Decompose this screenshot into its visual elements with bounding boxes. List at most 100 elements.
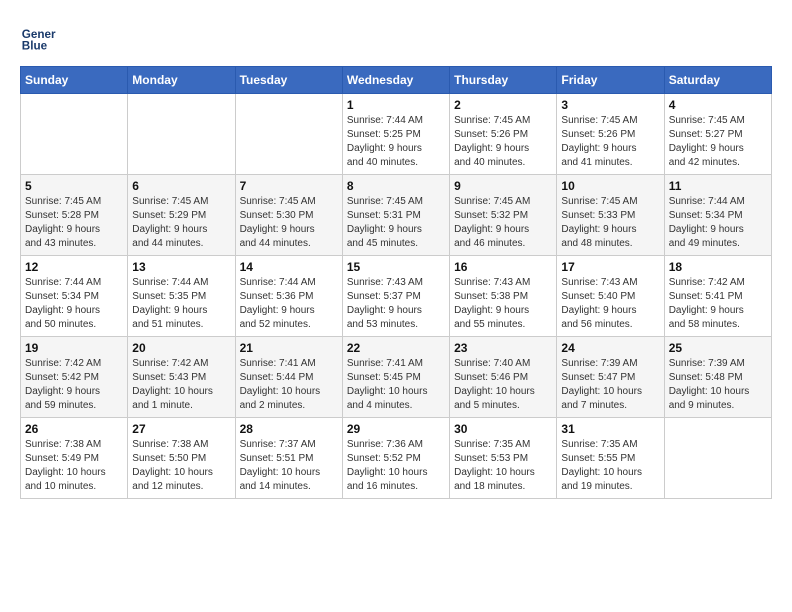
day-info: Sunrise: 7:38 AM Sunset: 5:49 PM Dayligh… — [25, 438, 123, 494]
day-info: Sunrise: 7:36 AM Sunset: 5:52 PM Dayligh… — [347, 438, 445, 494]
day-number: 25 — [669, 341, 767, 355]
day-info: Sunrise: 7:44 AM Sunset: 5:36 PM Dayligh… — [240, 276, 338, 332]
day-info: Sunrise: 7:45 AM Sunset: 5:26 PM Dayligh… — [454, 114, 552, 170]
day-number: 4 — [669, 98, 767, 112]
day-number: 24 — [561, 341, 659, 355]
calendar-cell: 3Sunrise: 7:45 AM Sunset: 5:26 PM Daylig… — [557, 94, 664, 175]
day-number: 23 — [454, 341, 552, 355]
weekday-header-row: SundayMondayTuesdayWednesdayThursdayFrid… — [21, 67, 772, 94]
calendar-cell: 15 Sunrise: 7:43 AM Sunset: 5:37 PM Dayli… — [342, 256, 449, 337]
calendar-week-row: 1 Sunrise: 7:44 AM Sunset: 5:25 PM Daylig… — [21, 94, 772, 175]
calendar-cell: 24 Sunrise: 7:39 AM Sunset: 5:47 PM Dayli… — [557, 337, 664, 418]
day-number: 13 — [132, 260, 230, 274]
day-number: 29 — [347, 422, 445, 436]
calendar-cell: 20 Sunrise: 7:42 AM Sunset: 5:43 PM Dayli… — [128, 337, 235, 418]
day-number: 31 — [561, 422, 659, 436]
calendar-cell: 26 Sunrise: 7:38 AM Sunset: 5:49 PM Dayli… — [21, 418, 128, 499]
day-info: Sunrise: 7:44 AM Sunset: 5:25 PM Dayligh… — [347, 114, 445, 170]
calendar-cell: 27 Sunrise: 7:38 AM Sunset: 5:50 PM Dayli… — [128, 418, 235, 499]
calendar-cell — [235, 94, 342, 175]
weekday-header-sunday: Sunday — [21, 67, 128, 94]
day-info: Sunrise: 7:42 AM Sunset: 5:43 PM Dayligh… — [132, 357, 230, 413]
weekday-header-saturday: Saturday — [664, 67, 771, 94]
svg-text:Blue: Blue — [22, 40, 48, 53]
calendar-cell: 17 Sunrise: 7:43 AM Sunset: 5:40 PM Dayli… — [557, 256, 664, 337]
calendar-week-row: 26 Sunrise: 7:38 AM Sunset: 5:49 PM Dayli… — [21, 418, 772, 499]
day-number: 10 — [561, 179, 659, 193]
day-number: 3 — [561, 98, 659, 112]
calendar-cell: 14 Sunrise: 7:44 AM Sunset: 5:36 PM Dayli… — [235, 256, 342, 337]
logo-icon: General Blue — [20, 20, 56, 56]
calendar-cell: 1 Sunrise: 7:44 AM Sunset: 5:25 PM Daylig… — [342, 94, 449, 175]
calendar-cell — [128, 94, 235, 175]
day-info: Sunrise: 7:38 AM Sunset: 5:50 PM Dayligh… — [132, 438, 230, 494]
day-info: Sunrise: 7:35 AM Sunset: 5:53 PM Dayligh… — [454, 438, 552, 494]
day-info: Sunrise: 7:45 AM Sunset: 5:31 PM Dayligh… — [347, 195, 445, 251]
day-number: 22 — [347, 341, 445, 355]
calendar-cell: 21Sunrise: 7:41 AM Sunset: 5:44 PM Dayli… — [235, 337, 342, 418]
calendar-cell — [664, 418, 771, 499]
day-info: Sunrise: 7:42 AM Sunset: 5:42 PM Dayligh… — [25, 357, 123, 413]
day-info: Sunrise: 7:43 AM Sunset: 5:38 PM Dayligh… — [454, 276, 552, 332]
calendar-cell: 25 Sunrise: 7:39 AM Sunset: 5:48 PM Dayli… — [664, 337, 771, 418]
day-number: 30 — [454, 422, 552, 436]
day-info: Sunrise: 7:42 AM Sunset: 5:41 PM Dayligh… — [669, 276, 767, 332]
day-number: 12 — [25, 260, 123, 274]
day-number: 5 — [25, 179, 123, 193]
calendar-cell: 6Sunrise: 7:45 AM Sunset: 5:29 PM Daylig… — [128, 175, 235, 256]
day-info: Sunrise: 7:43 AM Sunset: 5:40 PM Dayligh… — [561, 276, 659, 332]
day-info: Sunrise: 7:45 AM Sunset: 5:30 PM Dayligh… — [240, 195, 338, 251]
day-info: Sunrise: 7:39 AM Sunset: 5:48 PM Dayligh… — [669, 357, 767, 413]
calendar-cell: 30 Sunrise: 7:35 AM Sunset: 5:53 PM Dayli… — [450, 418, 557, 499]
day-number: 8 — [347, 179, 445, 193]
weekday-header-monday: Monday — [128, 67, 235, 94]
calendar-week-row: 12 Sunrise: 7:44 AM Sunset: 5:34 PM Dayli… — [21, 256, 772, 337]
day-info: Sunrise: 7:45 AM Sunset: 5:33 PM Dayligh… — [561, 195, 659, 251]
day-number: 16 — [454, 260, 552, 274]
weekday-header-friday: Friday — [557, 67, 664, 94]
day-number: 28 — [240, 422, 338, 436]
day-info: Sunrise: 7:44 AM Sunset: 5:34 PM Dayligh… — [669, 195, 767, 251]
day-number: 18 — [669, 260, 767, 274]
day-info: Sunrise: 7:41 AM Sunset: 5:45 PM Dayligh… — [347, 357, 445, 413]
calendar-cell: 23Sunrise: 7:40 AM Sunset: 5:46 PM Dayli… — [450, 337, 557, 418]
day-number: 17 — [561, 260, 659, 274]
day-number: 11 — [669, 179, 767, 193]
calendar-cell: 29 Sunrise: 7:36 AM Sunset: 5:52 PM Dayli… — [342, 418, 449, 499]
day-number: 9 — [454, 179, 552, 193]
day-info: Sunrise: 7:44 AM Sunset: 5:34 PM Dayligh… — [25, 276, 123, 332]
calendar-cell: 7Sunrise: 7:45 AM Sunset: 5:30 PM Daylig… — [235, 175, 342, 256]
day-number: 14 — [240, 260, 338, 274]
weekday-header-thursday: Thursday — [450, 67, 557, 94]
day-info: Sunrise: 7:43 AM Sunset: 5:37 PM Dayligh… — [347, 276, 445, 332]
calendar-cell: 2 Sunrise: 7:45 AM Sunset: 5:26 PM Daylig… — [450, 94, 557, 175]
day-number: 20 — [132, 341, 230, 355]
calendar-cell: 4 Sunrise: 7:45 AM Sunset: 5:27 PM Daylig… — [664, 94, 771, 175]
calendar-cell: 8 Sunrise: 7:45 AM Sunset: 5:31 PM Daylig… — [342, 175, 449, 256]
day-number: 15 — [347, 260, 445, 274]
calendar-cell: 19 Sunrise: 7:42 AM Sunset: 5:42 PM Dayli… — [21, 337, 128, 418]
day-info: Sunrise: 7:44 AM Sunset: 5:35 PM Dayligh… — [132, 276, 230, 332]
weekday-header-tuesday: Tuesday — [235, 67, 342, 94]
day-info: Sunrise: 7:45 AM Sunset: 5:32 PM Dayligh… — [454, 195, 552, 251]
calendar-cell: 22 Sunrise: 7:41 AM Sunset: 5:45 PM Dayli… — [342, 337, 449, 418]
calendar-week-row: 5 Sunrise: 7:45 AM Sunset: 5:28 PM Daylig… — [21, 175, 772, 256]
calendar-table: SundayMondayTuesdayWednesdayThursdayFrid… — [20, 66, 772, 499]
day-info: Sunrise: 7:45 AM Sunset: 5:28 PM Dayligh… — [25, 195, 123, 251]
day-number: 19 — [25, 341, 123, 355]
day-number: 26 — [25, 422, 123, 436]
calendar-cell: 11 Sunrise: 7:44 AM Sunset: 5:34 PM Dayli… — [664, 175, 771, 256]
day-number: 1 — [347, 98, 445, 112]
day-info: Sunrise: 7:45 AM Sunset: 5:27 PM Dayligh… — [669, 114, 767, 170]
calendar-cell: 12 Sunrise: 7:44 AM Sunset: 5:34 PM Dayli… — [21, 256, 128, 337]
day-info: Sunrise: 7:39 AM Sunset: 5:47 PM Dayligh… — [561, 357, 659, 413]
calendar-cell — [21, 94, 128, 175]
day-number: 2 — [454, 98, 552, 112]
calendar-cell: 10 Sunrise: 7:45 AM Sunset: 5:33 PM Dayli… — [557, 175, 664, 256]
calendar-cell: 13 Sunrise: 7:44 AM Sunset: 5:35 PM Dayli… — [128, 256, 235, 337]
day-number: 21 — [240, 341, 338, 355]
day-number: 27 — [132, 422, 230, 436]
calendar-cell: 28Sunrise: 7:37 AM Sunset: 5:51 PM Dayli… — [235, 418, 342, 499]
page-header: General Blue — [20, 20, 772, 56]
calendar-cell: 16 Sunrise: 7:43 AM Sunset: 5:38 PM Dayli… — [450, 256, 557, 337]
